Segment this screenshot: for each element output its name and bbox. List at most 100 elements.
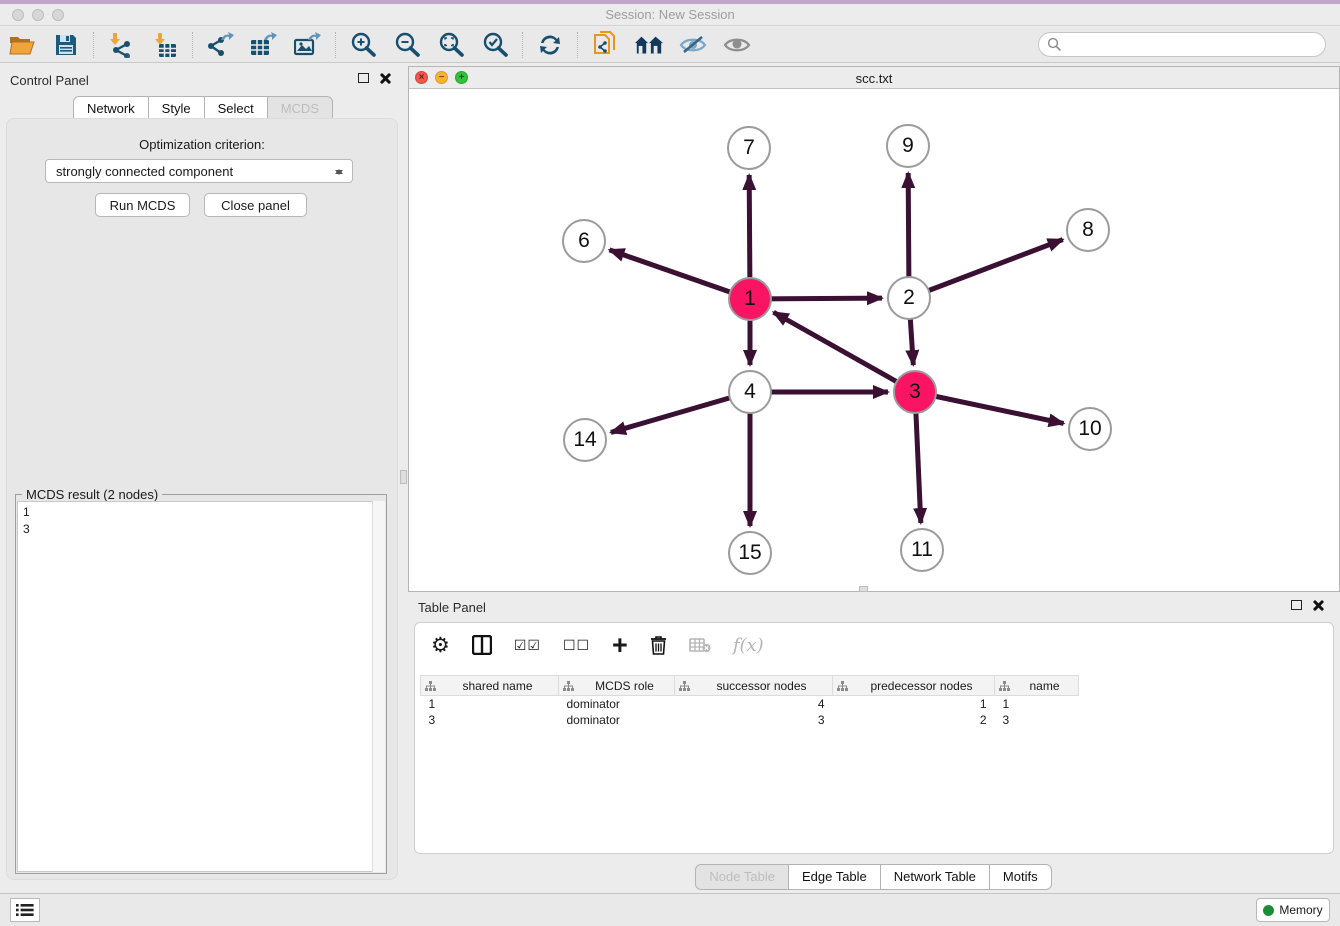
- export-table-icon[interactable]: [249, 31, 279, 59]
- tab-motifs[interactable]: Motifs: [989, 864, 1052, 890]
- table-cell[interactable]: 1: [995, 696, 1079, 712]
- panel-splitter[interactable]: [400, 63, 408, 893]
- column-label: MCDS role: [595, 679, 654, 693]
- edge-2-8[interactable]: [909, 240, 1063, 298]
- refresh-icon[interactable]: [535, 31, 565, 59]
- open-folder-icon[interactable]: [7, 31, 37, 59]
- zoom-selected-icon[interactable]: [480, 31, 510, 59]
- splitter-grip[interactable]: [400, 470, 407, 484]
- list-icon: [16, 903, 34, 917]
- table-cell[interactable]: 2: [833, 712, 995, 728]
- node-table-container: ⚙ ☑☑ ☐☐ + f(x) shared nameMCDS rolesucce…: [414, 622, 1334, 854]
- table-cell[interactable]: 3: [675, 712, 833, 728]
- column-header-predecessor-nodes[interactable]: predecessor nodes: [833, 676, 995, 696]
- home-icon[interactable]: [634, 31, 664, 59]
- save-icon[interactable]: [51, 31, 81, 59]
- control-panel-title: Control Panel: [10, 73, 89, 88]
- memory-button[interactable]: Memory: [1256, 898, 1330, 922]
- hierarchy-icon: [999, 681, 1010, 692]
- column-label: successor nodes: [716, 679, 806, 693]
- run-mcds-button[interactable]: Run MCDS: [95, 193, 190, 217]
- table-cell[interactable]: dominator: [559, 712, 675, 728]
- graph-node-10[interactable]: 10: [1068, 407, 1112, 451]
- result-scrollbar[interactable]: [372, 501, 385, 872]
- export-image-icon[interactable]: [293, 31, 323, 59]
- gear-icon[interactable]: ⚙: [431, 633, 450, 658]
- memory-label: Memory: [1279, 903, 1322, 917]
- first-neighbors-icon[interactable]: [590, 31, 620, 59]
- table-row[interactable]: 3dominator323: [421, 712, 1079, 728]
- columns-icon[interactable]: [472, 635, 492, 655]
- graph-node-7[interactable]: 7: [727, 126, 771, 170]
- mcds-result-line: 1: [23, 504, 384, 521]
- network-window-titlebar[interactable]: × − + scc.txt: [409, 67, 1339, 89]
- app-title: Session: New Session: [0, 7, 1340, 22]
- table-panel: Table Panel ⚙ ☑☑ ☐☐ + f(x) shared nameMC…: [408, 592, 1340, 893]
- hierarchy-icon: [837, 681, 848, 692]
- import-table-icon[interactable]: [150, 31, 180, 59]
- close-panel-button[interactable]: Close panel: [204, 193, 307, 217]
- graph-node-4[interactable]: 4: [728, 370, 772, 414]
- mcds-result-group: MCDS result (2 nodes) 13: [15, 494, 387, 874]
- hierarchy-icon: [563, 681, 574, 692]
- app-titlebar: Session: New Session: [0, 0, 1340, 26]
- zoom-fit-icon[interactable]: [436, 31, 466, 59]
- trash-icon[interactable]: [650, 635, 667, 655]
- table-cell[interactable]: 3: [421, 712, 559, 728]
- table-row[interactable]: 1dominator411: [421, 696, 1079, 712]
- criterion-select[interactable]: strongly connected component: [45, 159, 353, 183]
- main-toolbar: [0, 27, 1340, 63]
- mcds-result-text[interactable]: 13: [17, 501, 385, 872]
- table-cell[interactable]: 4: [675, 696, 833, 712]
- select-all-icon[interactable]: ☑☑: [514, 637, 541, 654]
- mcds-result-title: MCDS result (2 nodes): [22, 487, 162, 502]
- table-cell[interactable]: 3: [995, 712, 1079, 728]
- criterion-value: strongly connected component: [56, 164, 233, 179]
- tab-edge-table[interactable]: Edge Table: [788, 864, 881, 890]
- control-panel: Control Panel NetworkStyleSelectMCDS Opt…: [0, 63, 407, 893]
- column-header-MCDS-role[interactable]: MCDS role: [559, 676, 675, 696]
- column-header-name[interactable]: name: [995, 676, 1079, 696]
- column-label: name: [1029, 679, 1059, 693]
- graph-node-8[interactable]: 8: [1066, 208, 1110, 252]
- float-panel-icon[interactable]: [358, 73, 369, 83]
- network-canvas[interactable]: 7 9 6 8 1 2 4 3 14 10 15 11: [409, 90, 1339, 591]
- zoom-in-icon[interactable]: [348, 31, 378, 59]
- table-cell[interactable]: 1: [421, 696, 559, 712]
- hide-selected-icon[interactable]: [678, 31, 708, 59]
- graph-node-11[interactable]: 11: [900, 528, 944, 572]
- graph-node-6[interactable]: 6: [562, 219, 606, 263]
- node-table[interactable]: shared name MCDS role successor nodes prede…: [420, 675, 1079, 728]
- graph-node-14[interactable]: 14: [563, 418, 607, 462]
- tab-node-table[interactable]: Node Table: [695, 864, 789, 890]
- table-tabs: Node TableEdge TableNetwork TableMotifs: [408, 864, 1340, 890]
- add-icon[interactable]: +: [612, 630, 628, 661]
- show-all-icon[interactable]: [722, 31, 752, 59]
- close-panel-icon[interactable]: [379, 72, 391, 84]
- graph-node-1[interactable]: 1: [728, 277, 772, 321]
- table-cell[interactable]: 1: [833, 696, 995, 712]
- edge-3-1[interactable]: [774, 312, 915, 392]
- deselect-all-icon[interactable]: ☐☐: [563, 637, 590, 654]
- zoom-out-icon[interactable]: [392, 31, 422, 59]
- search-input[interactable]: [1038, 32, 1326, 57]
- graph-node-15[interactable]: 15: [728, 531, 772, 575]
- edge-3-10[interactable]: [915, 392, 1064, 423]
- graph-node-9[interactable]: 9: [886, 124, 930, 168]
- export-network-icon[interactable]: [205, 31, 235, 59]
- task-list-button[interactable]: [10, 898, 40, 922]
- window-accent-strip: [0, 0, 1340, 4]
- column-label: predecessor nodes: [870, 679, 972, 693]
- column-header-successor-nodes[interactable]: successor nodes: [675, 676, 833, 696]
- column-header-shared-name[interactable]: shared name: [421, 676, 559, 696]
- float-panel-icon[interactable]: [1291, 600, 1302, 610]
- graph-node-2[interactable]: 2: [887, 276, 931, 320]
- hierarchy-icon: [425, 681, 436, 692]
- delete-table-icon: [689, 637, 711, 653]
- column-label: shared name: [462, 679, 532, 693]
- table-cell[interactable]: dominator: [559, 696, 675, 712]
- import-network-icon[interactable]: [106, 31, 136, 59]
- graph-node-3[interactable]: 3: [893, 370, 937, 414]
- close-panel-icon[interactable]: [1312, 599, 1324, 611]
- tab-network-table[interactable]: Network Table: [880, 864, 990, 890]
